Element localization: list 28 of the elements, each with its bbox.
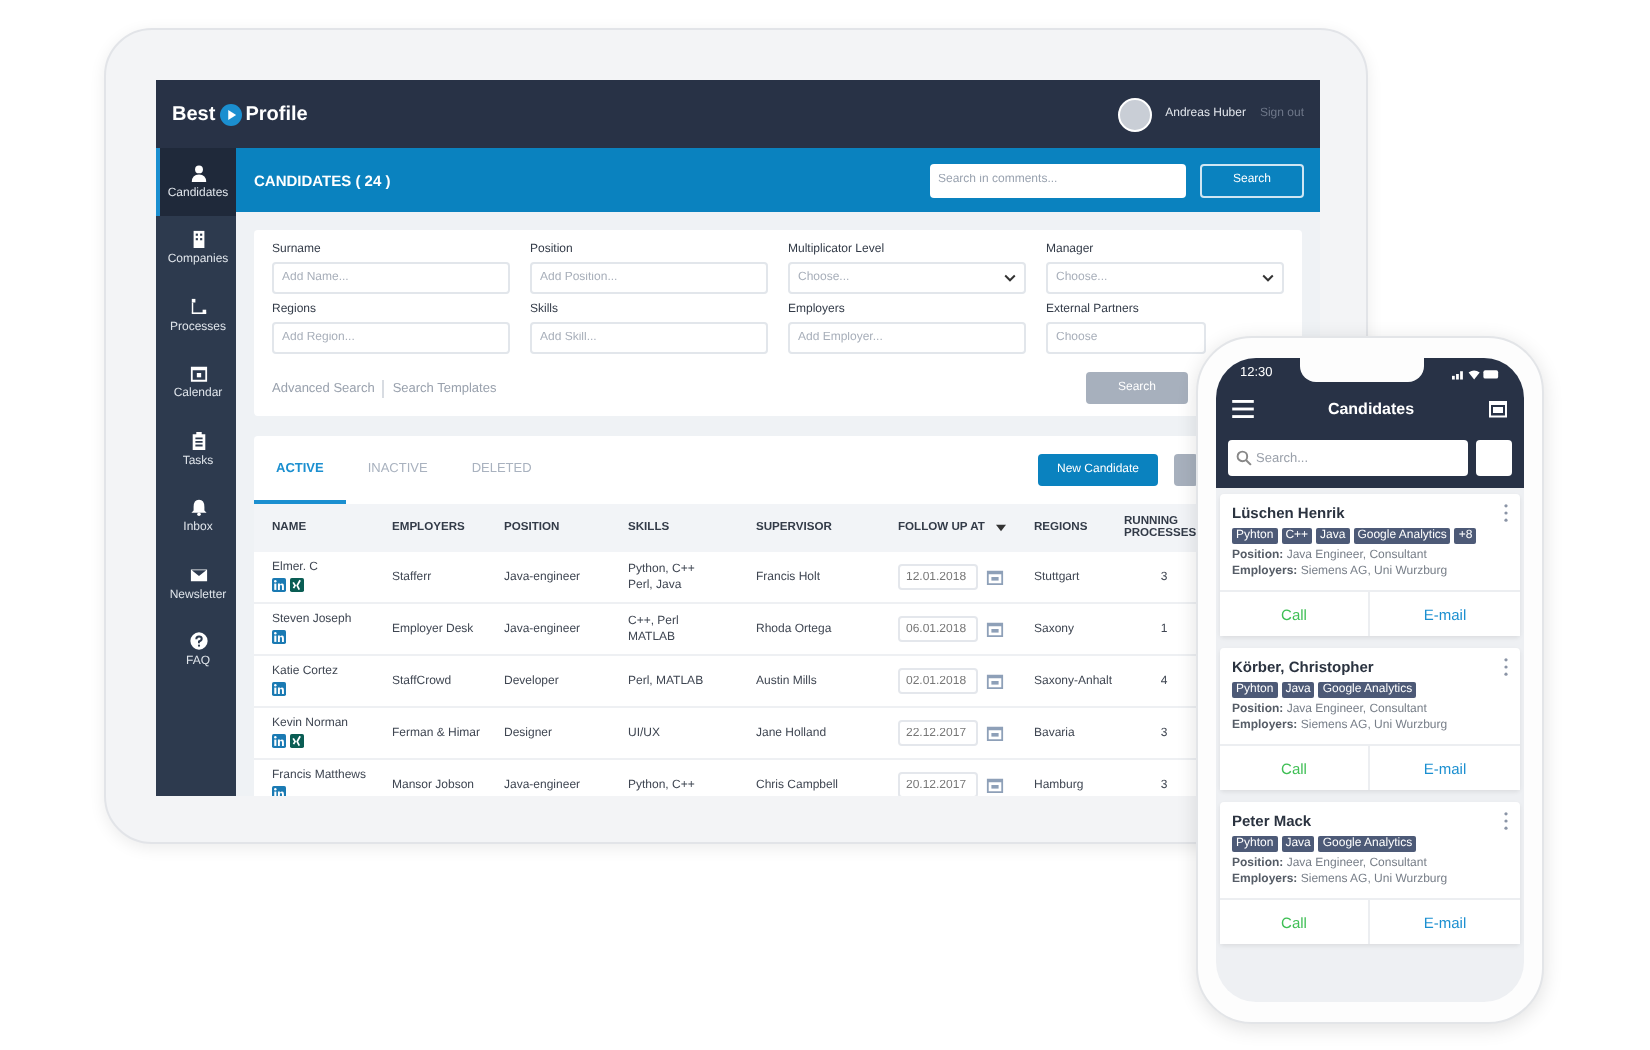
calendar-icon xyxy=(189,364,207,383)
sort-caret-icon[interactable] xyxy=(996,524,1007,532)
linkedin-icon[interactable] xyxy=(272,786,286,796)
avatar xyxy=(1117,97,1152,131)
linkedin-icon[interactable] xyxy=(272,578,286,592)
person-icon xyxy=(189,163,207,182)
mail-icon xyxy=(189,565,207,584)
building-icon xyxy=(189,230,207,249)
menu-icon[interactable] xyxy=(1232,399,1254,417)
linkedin-icon[interactable] xyxy=(272,682,286,696)
search-icon xyxy=(1236,450,1252,466)
phone-notch xyxy=(1300,358,1425,382)
clipboard-icon xyxy=(189,431,207,450)
calendar-icon[interactable] xyxy=(1488,398,1508,418)
bell-icon xyxy=(189,498,207,517)
flowchart-icon xyxy=(189,297,207,316)
logo-text: Best xyxy=(172,103,216,125)
linkedin-icon[interactable] xyxy=(272,630,286,644)
xing-icon[interactable] xyxy=(290,578,304,592)
status-icons xyxy=(1452,367,1500,379)
xing-icon[interactable] xyxy=(290,734,304,748)
chevron-down-icon xyxy=(1004,274,1016,282)
play-logo-icon xyxy=(219,103,242,125)
linkedin-icon[interactable] xyxy=(272,734,286,748)
help-icon xyxy=(189,632,207,651)
screen-title: Candidates xyxy=(1327,399,1415,417)
logo-text: Profile xyxy=(245,103,308,125)
chevron-down-icon xyxy=(1262,274,1274,282)
